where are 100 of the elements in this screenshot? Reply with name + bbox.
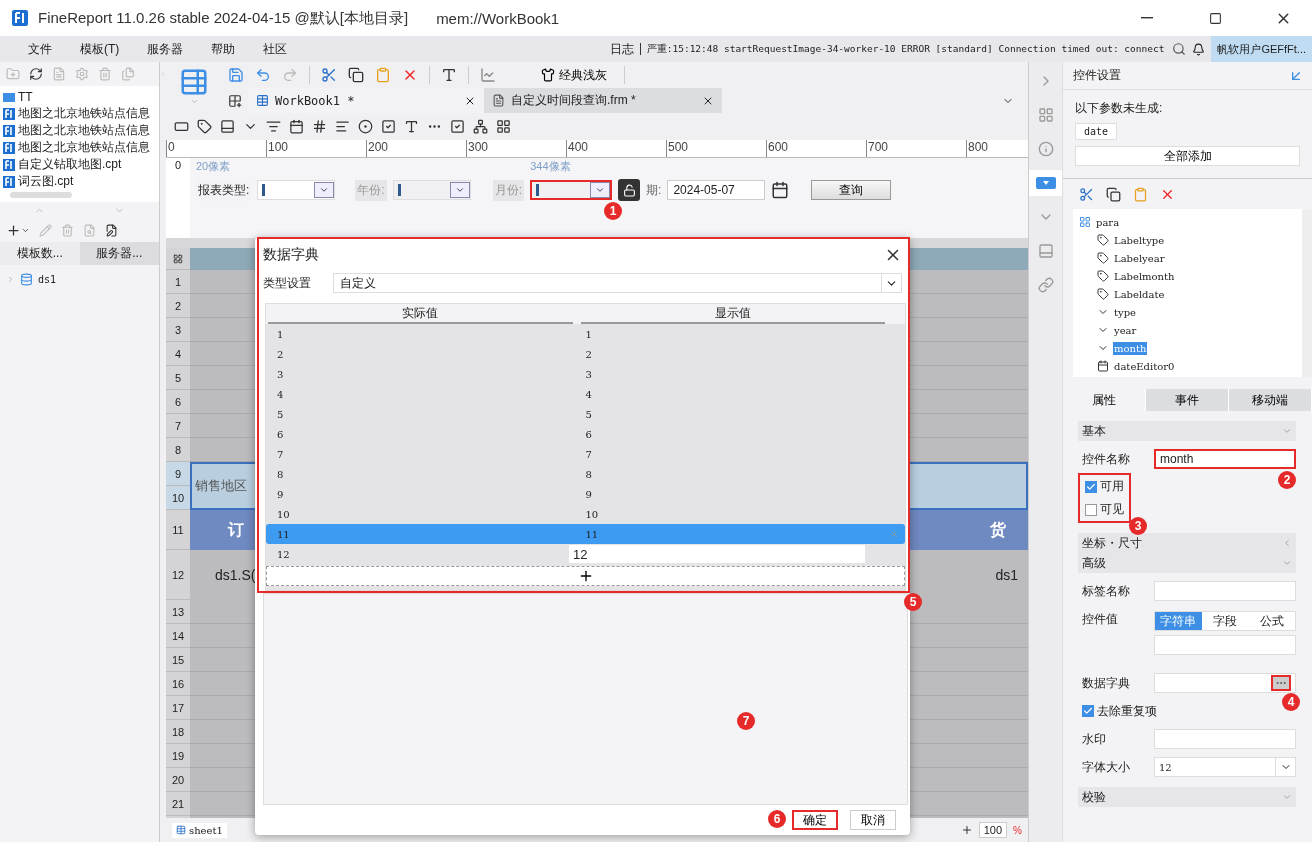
date-field[interactable]: 2024-05-07 [667,180,766,200]
panel-tab[interactable]: 服务器... [79,242,159,265]
delete-icon[interactable] [98,67,112,81]
dialog-button[interactable]: 确定 [792,810,838,830]
radio-group-icon[interactable] [358,119,373,134]
copy-icon[interactable] [348,67,364,83]
combo-box[interactable] [257,180,336,200]
zoom-field[interactable]: 100 [978,822,1008,838]
type-select[interactable]: 自定义 [333,273,902,293]
file-item[interactable]: 地图之北京地铁站点信息 [0,122,159,139]
tree-item[interactable]: dateEditor0 [1077,357,1298,375]
tree-item[interactable]: Labeldate [1077,285,1298,303]
checkbox[interactable]: 可见 [1085,501,1124,518]
more-icon[interactable] [496,119,511,134]
table-row[interactable]: 9 9 [266,484,905,504]
table-row[interactable]: 12 12 [266,544,905,564]
table-row[interactable]: 2 2 [266,344,905,364]
table-row[interactable]: 6 6 [266,424,905,444]
section-header[interactable]: 校验 [1078,787,1296,807]
section-header[interactable]: 基本 [1078,421,1296,441]
sheet-tab[interactable]: sheet1 [172,822,227,838]
user-name[interactable]: 帆软用户GEFfFt... [1211,36,1312,62]
table-row[interactable]: 8 8 [266,464,905,484]
edit-icon[interactable] [39,223,52,237]
text-field[interactable] [1154,635,1296,655]
add-icon[interactable] [6,222,30,238]
table-row[interactable]: 4 4 [266,384,905,404]
number-field-icon[interactable] [312,119,327,134]
file-item[interactable]: 词云图.cpt [0,173,159,190]
bell-icon[interactable] [1192,42,1206,56]
chart-search-icon[interactable] [480,67,496,83]
table-row[interactable]: 3 3 [266,364,905,384]
add-row-button[interactable] [266,566,905,586]
dataset-item[interactable]: ds1 [0,265,159,294]
cut-icon[interactable] [321,67,337,83]
menu-item[interactable]: 模板(T) [66,37,134,61]
tree-item[interactable]: year [1077,321,1298,339]
preview-icon[interactable] [83,223,96,237]
file-item[interactable]: TT [0,88,159,105]
calendar-icon[interactable] [289,119,304,134]
file-item[interactable]: 地图之北京地铁站点信息 [0,105,159,122]
edit-field[interactable]: 12 [569,545,865,563]
text-field[interactable] [1154,729,1296,749]
file-item[interactable]: 自定义钻取地图.cpt [0,156,159,173]
query-button[interactable]: 查询 [811,180,892,200]
zoom-in-icon[interactable] [960,824,973,836]
file-item[interactable]: 地图之北京地铁站点信息 [0,139,159,156]
search-icon[interactable] [1172,42,1187,56]
delete-icon[interactable] [61,223,74,237]
checkbox-icon[interactable] [450,119,465,134]
label-icon[interactable] [197,119,212,134]
property-tab[interactable]: 移动端 [1229,389,1312,411]
refresh-icon[interactable] [29,67,43,81]
text-icon[interactable] [404,119,419,134]
dialog-button[interactable]: 取消 [850,810,896,830]
copy-icon[interactable] [1106,186,1121,202]
duplicate-icon[interactable] [121,67,135,81]
tree-item[interactable]: Labelmonth [1077,267,1298,285]
save-icon[interactable] [228,67,244,83]
text-field-icon[interactable] [174,119,189,134]
tree-icon[interactable] [473,119,488,134]
dictionary-field[interactable] [1154,673,1296,693]
document-tab[interactable]: 自定义时间段查询.frm * [484,88,722,113]
cut-icon[interactable] [1079,186,1094,202]
paste-icon[interactable] [375,67,391,83]
tree-item[interactable]: type [1077,303,1298,321]
table-row[interactable]: 1 1 [266,324,905,344]
undo-icon[interactable] [255,67,271,83]
combo-box[interactable] [392,180,471,200]
document-tab[interactable]: WorkBook1 * [248,88,484,113]
menu-item[interactable]: 帮助 [197,37,250,61]
calendar-icon[interactable] [771,181,790,199]
list-icon[interactable] [266,119,281,134]
section-header[interactable]: 坐标・尺寸 [1078,533,1296,553]
table-row[interactable]: 11 11 [266,524,905,544]
panel-tab[interactable]: 模板数... [0,242,80,265]
checkbox[interactable]: 可用 [1085,478,1124,495]
new-folder-icon[interactable] [6,67,20,81]
menu-item[interactable]: 社区 [249,37,302,61]
template-icon[interactable] [52,67,66,81]
tree-item[interactable]: para [1077,213,1298,231]
select-field[interactable]: 12 [1154,757,1296,777]
lock-icon[interactable] [618,179,641,201]
checkbox[interactable]: 去除重复项 [1078,702,1157,720]
section-header[interactable]: 高级 [1078,553,1296,573]
text-area-icon[interactable] [335,119,350,134]
checkbox-group-icon[interactable] [381,119,396,134]
table-row[interactable]: 5 5 [266,404,905,424]
tree-item[interactable]: Labeltype [1077,231,1298,249]
button-icon[interactable] [220,119,235,134]
more-button[interactable] [1271,675,1291,691]
add-all-button[interactable]: 全部添加 [1075,146,1300,166]
frame-icon[interactable] [1028,170,1063,196]
menu-item[interactable]: 文件 [14,37,66,61]
text-search-icon[interactable] [441,67,457,83]
preview-report-icon[interactable] [179,67,209,97]
settings-icon[interactable] [75,67,89,81]
theme-button[interactable]: 经典浅灰 [535,66,613,84]
edit-dataset-icon[interactable] [105,223,118,237]
tree-item[interactable]: Labelyear [1077,249,1298,267]
